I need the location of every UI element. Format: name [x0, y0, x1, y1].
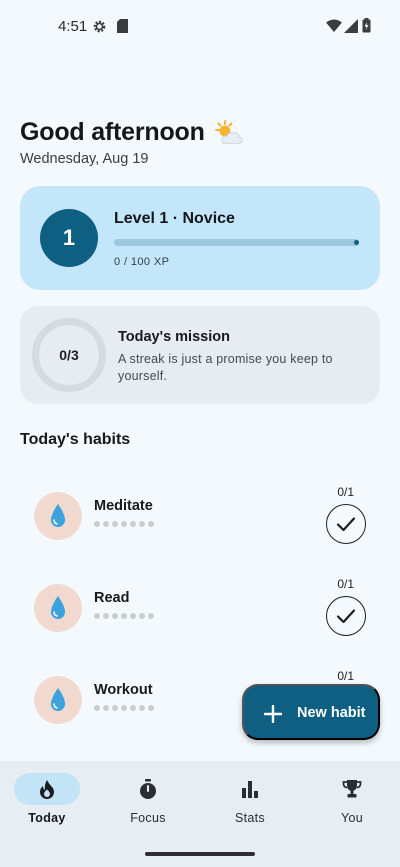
habit-count: 0/1 [337, 669, 354, 683]
wifi-icon [326, 19, 342, 32]
flame-icon [40, 780, 54, 799]
nav-icon-slot [217, 773, 283, 805]
habit-name: Read [94, 590, 130, 606]
habit-icon-bubble [34, 584, 82, 632]
habit-name: Workout [94, 682, 153, 698]
bar-chart-icon [242, 781, 258, 798]
nav-label: Today [28, 811, 66, 825]
sd-card-icon [117, 19, 128, 33]
habit-icon-bubble [34, 676, 82, 724]
mission-progress-text: 0/3 [59, 347, 79, 363]
battery-icon [362, 18, 371, 33]
nav-item-focus[interactable]: Focus [101, 773, 201, 843]
habit-row-read[interactable]: Read 0/1 [20, 568, 380, 648]
mission-progress-ring: 0/3 [32, 318, 106, 392]
water-drop-icon [51, 504, 65, 527]
habit-complete-button[interactable] [326, 596, 366, 636]
mission-quote: A streak is just a promise you keep to y… [118, 352, 333, 383]
habit-complete-button[interactable] [326, 504, 366, 544]
nav-label: You [341, 811, 363, 825]
level-title: Level 1 · Novice [114, 210, 235, 227]
greeting-text: Good afternoon [20, 118, 205, 146]
status-bar: 4:51 [0, 0, 400, 52]
checkmark-icon [336, 609, 356, 624]
xp-text: 0 / 100 XP [114, 256, 170, 268]
nav-item-stats[interactable]: Stats [203, 773, 303, 843]
nav-label: Stats [235, 811, 265, 825]
water-drop-icon [51, 596, 65, 619]
greeting-heading: Good afternoon [20, 118, 243, 147]
cell-signal-icon [344, 19, 358, 33]
habit-streak-dots [94, 705, 154, 711]
water-drop-icon [51, 688, 65, 711]
habit-streak-dots [94, 521, 154, 527]
checkmark-icon [336, 517, 356, 532]
mission-title: Today's mission [118, 329, 230, 345]
nav-icon-slot [115, 773, 181, 805]
new-habit-label: New habit [297, 705, 366, 721]
home-gesture-bar[interactable] [145, 852, 255, 856]
status-time: 4:51 [58, 18, 88, 35]
xp-progress-bar [114, 239, 359, 246]
level-badge: 1 [40, 209, 98, 267]
habit-count: 0/1 [337, 485, 354, 499]
habit-streak-dots [94, 613, 154, 619]
nav-label: Focus [130, 811, 166, 825]
settings-gear-icon [93, 20, 106, 33]
habit-icon-bubble [34, 492, 82, 540]
mission-card[interactable]: 0/3 Today's mission A streak is just a p… [20, 306, 380, 404]
nav-icon-slot [319, 773, 385, 805]
habit-row-meditate[interactable]: Meditate 0/1 [20, 476, 380, 556]
habits-section-title: Today's habits [20, 431, 131, 448]
xp-progress-end-dot [354, 240, 359, 245]
habit-name: Meditate [94, 498, 153, 514]
trophy-icon [342, 780, 362, 798]
sun-behind-cloud-icon [214, 119, 243, 144]
nav-item-you[interactable]: You [305, 773, 400, 843]
plus-icon [264, 705, 282, 723]
current-date: Wednesday, Aug 19 [20, 151, 149, 167]
nav-item-today[interactable]: Today [0, 773, 100, 843]
stopwatch-icon [140, 779, 156, 799]
level-card[interactable]: 1 Level 1 · Novice 0 / 100 XP [20, 186, 380, 290]
habit-count: 0/1 [337, 577, 354, 591]
new-habit-fab[interactable]: New habit [242, 684, 380, 740]
nav-active-indicator [14, 773, 80, 805]
